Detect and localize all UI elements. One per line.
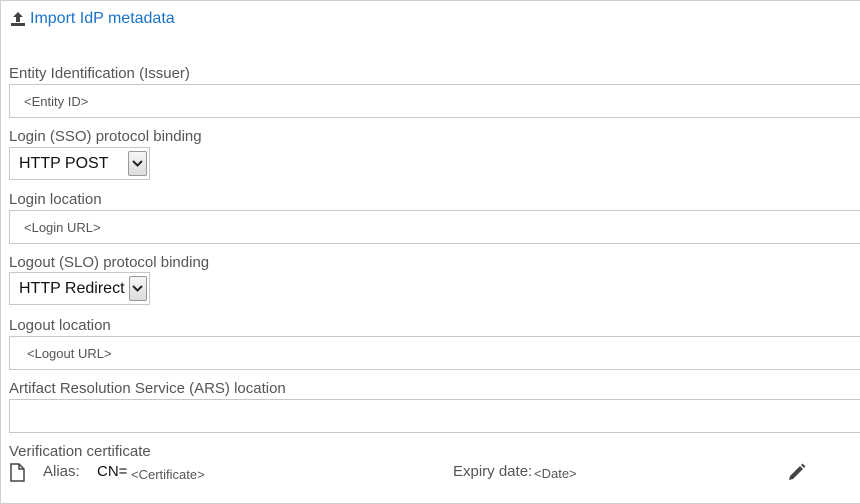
ars-location-label: Artifact Resolution Service (ARS) locati…	[9, 380, 286, 397]
entity-id-input[interactable]	[9, 84, 860, 118]
document-icon	[10, 463, 25, 482]
sso-binding-value: HTTP POST	[19, 154, 109, 172]
expiry-date-label: Expiry date:	[453, 463, 533, 480]
sso-binding-label: Login (SSO) protocol binding	[9, 128, 202, 145]
entity-id-label: Entity Identification (Issuer)	[9, 65, 190, 82]
logout-location-input[interactable]	[9, 336, 860, 370]
import-idp-metadata-label: Import IdP metadata	[30, 10, 175, 27]
certificate-row: Alias: CN= <Certificate> Expiry date: <D…	[9, 462, 849, 486]
import-idp-metadata-link[interactable]: Import IdP metadata	[10, 9, 175, 29]
chevron-down-icon[interactable]	[128, 276, 147, 301]
sso-binding-select[interactable]: HTTP POST	[9, 147, 150, 180]
login-location-label: Login location	[9, 191, 102, 208]
verification-certificate-label: Verification certificate	[9, 443, 151, 460]
slo-binding-label: Logout (SLO) protocol binding	[9, 254, 210, 271]
pencil-icon[interactable]	[788, 463, 806, 481]
ars-location-input[interactable]	[9, 399, 860, 433]
cn-prefix: CN=	[97, 463, 128, 480]
certificate-cn-value: <Certificate>	[131, 467, 205, 482]
upload-icon	[11, 12, 25, 26]
slo-binding-value: HTTP Redirect	[19, 279, 125, 297]
slo-binding-select[interactable]: HTTP Redirect	[9, 272, 150, 305]
logout-location-label: Logout location	[9, 317, 111, 334]
alias-label: Alias:	[43, 463, 80, 480]
expiry-date-value: <Date>	[534, 466, 577, 481]
chevron-down-icon[interactable]	[128, 151, 147, 176]
login-location-input[interactable]	[9, 210, 860, 244]
